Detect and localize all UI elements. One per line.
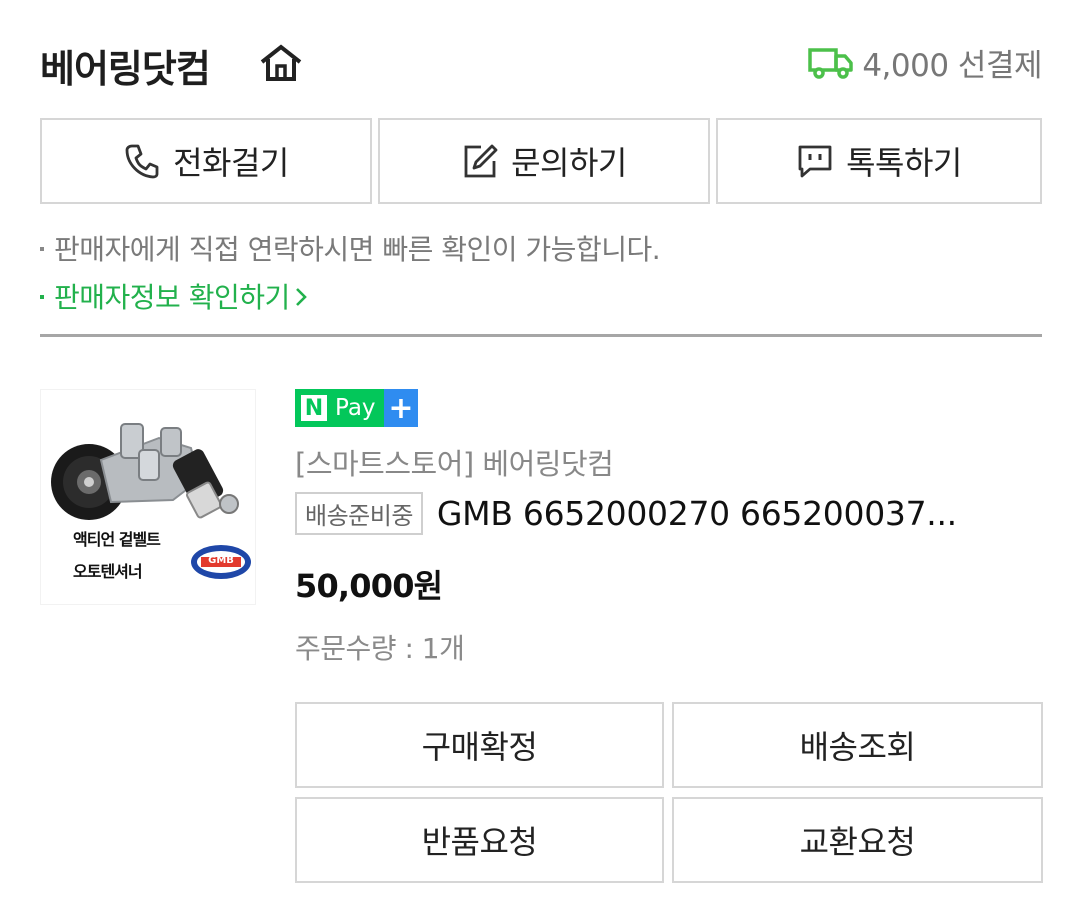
npay-plus-badge: N Pay + xyxy=(295,389,418,427)
phone-icon xyxy=(125,144,159,179)
exchange-request-button[interactable]: 교환요청 xyxy=(672,797,1043,883)
order-quantity: 주문수량 : 1개 xyxy=(295,632,465,665)
shipping-fee: 4,000 선결제 xyxy=(808,40,1042,85)
seller-info-link[interactable]: 판매자정보 확인하기 xyxy=(40,274,1042,322)
seller-info-link-text: 판매자정보 확인하기 xyxy=(54,281,290,314)
home-icon[interactable] xyxy=(258,42,304,84)
bullet-icon xyxy=(40,295,44,299)
seller-contact-actions: 전화걸기 문의하기 톡톡하기 xyxy=(40,118,1042,204)
call-label: 전화걸기 xyxy=(173,144,289,182)
order-actions: 구매확정 배송조회 반품요청 교환요청 xyxy=(295,702,1043,884)
npay-badge: N Pay xyxy=(295,389,384,427)
naver-n-icon: N xyxy=(301,395,327,421)
contact-note: 판매자에게 직접 연락하시면 빠른 확인이 가능합니다. xyxy=(40,226,1042,274)
confirm-purchase-button[interactable]: 구매확정 xyxy=(295,702,664,788)
product-name[interactable]: GMB 6652000270 665200037... xyxy=(437,494,1042,533)
thumbnail-logo-text: GMB xyxy=(208,555,234,566)
shipping-fee-text: 4,000 선결제 xyxy=(862,48,1042,84)
store-tag: [스마트스토어] 베어링닷컴 xyxy=(295,447,614,481)
thumbnail-caption-1: 액티언 겉벨트 xyxy=(73,530,161,549)
product-price: 50,000원 xyxy=(295,567,443,605)
seller-notes: 판매자에게 직접 연락하시면 빠른 확인이 가능합니다. 판매자정보 확인하기 xyxy=(40,226,1042,322)
inquiry-label: 문의하기 xyxy=(511,144,627,182)
contact-note-text: 판매자에게 직접 연락하시면 빠른 확인이 가능합니다. xyxy=(54,233,661,266)
store-name[interactable]: 베어링닷컴 xyxy=(40,38,211,93)
truck-icon xyxy=(808,47,854,79)
return-request-button[interactable]: 반품요청 xyxy=(295,797,664,883)
chat-icon xyxy=(798,145,832,178)
talktalk-label: 톡톡하기 xyxy=(846,144,962,182)
store-header: 베어링닷컴 4,000 선결제 xyxy=(40,36,1042,91)
edit-icon xyxy=(464,144,498,178)
product-title-row[interactable]: 배송준비중 GMB 6652000270 665200037... xyxy=(295,492,1042,535)
call-button[interactable]: 전화걸기 xyxy=(40,118,372,204)
plus-icon: + xyxy=(384,389,418,427)
chevron-right-icon xyxy=(295,288,307,306)
npay-label: Pay xyxy=(335,395,376,421)
status-badge: 배송준비중 xyxy=(295,492,423,535)
bullet-icon xyxy=(40,247,44,251)
track-delivery-button[interactable]: 배송조회 xyxy=(672,702,1043,788)
product-thumbnail[interactable]: 액티언 겉벨트 오토텐셔너 GMB xyxy=(40,389,256,605)
inquiry-button[interactable]: 문의하기 xyxy=(378,118,710,204)
section-divider xyxy=(40,334,1042,337)
talktalk-button[interactable]: 톡톡하기 xyxy=(716,118,1042,204)
thumbnail-caption-2: 오토텐셔너 xyxy=(73,562,143,581)
